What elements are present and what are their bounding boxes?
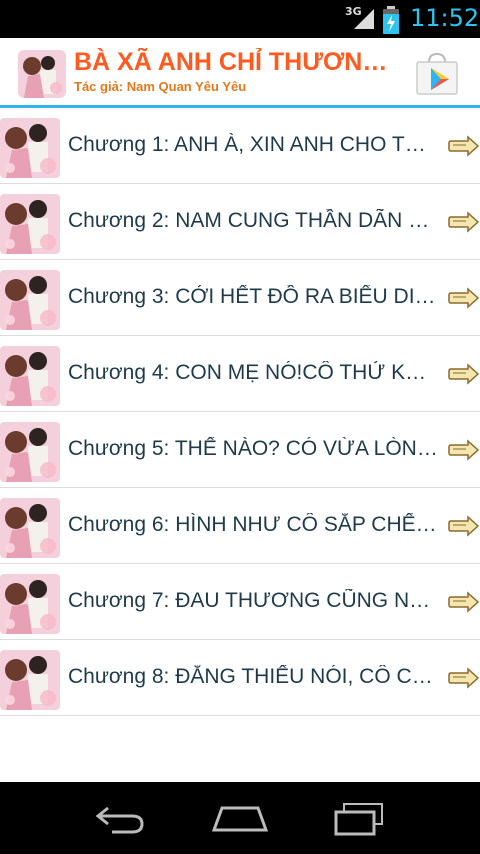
chapter-row-8[interactable]: Chương 8: ĐẰNG THIẾU NÓI, CÔ CÓ T... <box>0 640 480 716</box>
chapter-title: Chương 2: NAM CUNG THẦN DÃN CÔ ... <box>68 209 438 232</box>
play-store-button[interactable] <box>414 52 460 96</box>
app-header: BÀ XÃ ANH CHỈ THƯƠNG... Tác giả: Nam Qua… <box>0 38 480 108</box>
back-icon[interactable] <box>90 800 150 836</box>
chapter-cover-icon <box>0 194 60 254</box>
chapter-row-1[interactable]: Chương 1: ANH À, XIN ANH CHO TÔI ... <box>0 108 480 184</box>
chapter-row-4[interactable]: Chương 4: CON MẸ NÓ!CÔ THỬ KHÓC... <box>0 336 480 412</box>
chapter-title: Chương 1: ANH À, XIN ANH CHO TÔI ... <box>68 133 438 156</box>
chapter-title: Chương 6: HÌNH NHƯ CÔ SẮP CHẾT R... <box>68 513 438 536</box>
pointing-hand-arrow-icon <box>448 439 480 461</box>
status-bar: 3G 11:52 <box>0 0 480 38</box>
clock: 11:52 <box>410 4 480 32</box>
chapter-list: Chương 1: ANH À, XIN ANH CHO TÔI ... Chư… <box>0 108 480 782</box>
battery-icon <box>383 6 399 34</box>
pointing-hand-arrow-icon <box>448 515 480 537</box>
chapter-cover-icon <box>0 574 60 634</box>
chapter-cover-icon <box>0 422 60 482</box>
chapter-cover-icon <box>0 650 60 710</box>
chapter-title: Chương 7: ĐAU THƯƠNG CŨNG NHỚ ... <box>68 589 438 612</box>
home-icon[interactable] <box>210 800 270 836</box>
book-cover-icon <box>18 50 66 98</box>
recents-icon[interactable] <box>330 800 390 836</box>
chapter-cover-icon <box>0 118 60 178</box>
chapter-row-3[interactable]: Chương 3: CỞI HẾT ĐỒ RA BIỂU DIỄN <box>0 260 480 336</box>
pointing-hand-arrow-icon <box>448 287 480 309</box>
pointing-hand-arrow-icon <box>448 135 480 157</box>
chapter-title: Chương 5: THẾ NÀO? CÓ VỪA LÒNG C... <box>68 437 438 460</box>
chapter-row-2[interactable]: Chương 2: NAM CUNG THẦN DÃN CÔ ... <box>0 184 480 260</box>
pointing-hand-arrow-icon <box>448 591 480 613</box>
pointing-hand-arrow-icon <box>448 667 480 689</box>
chapter-row-5[interactable]: Chương 5: THẾ NÀO? CÓ VỪA LÒNG C... <box>0 412 480 488</box>
signal-icon <box>354 9 374 29</box>
book-author: Tác giả: Nam Quan Yêu Yêu <box>74 79 247 94</box>
chapter-cover-icon <box>0 346 60 406</box>
chapter-title: Chương 8: ĐẰNG THIẾU NÓI, CÔ CÓ T... <box>68 665 438 688</box>
play-store-icon <box>416 52 458 95</box>
chapter-title: Chương 3: CỞI HẾT ĐỒ RA BIỂU DIỄN <box>68 285 438 308</box>
pointing-hand-arrow-icon <box>448 211 480 233</box>
chapter-cover-icon <box>0 270 60 330</box>
chapter-title: Chương 4: CON MẸ NÓ!CÔ THỬ KHÓC... <box>68 361 438 384</box>
navigation-bar <box>0 782 480 854</box>
chapter-row-7[interactable]: Chương 7: ĐAU THƯƠNG CŨNG NHỚ ... <box>0 564 480 640</box>
book-title: BÀ XÃ ANH CHỈ THƯƠNG... <box>74 48 389 76</box>
chapter-cover-icon <box>0 498 60 558</box>
pointing-hand-arrow-icon <box>448 363 480 385</box>
chapter-row-6[interactable]: Chương 6: HÌNH NHƯ CÔ SẮP CHẾT R... <box>0 488 480 564</box>
